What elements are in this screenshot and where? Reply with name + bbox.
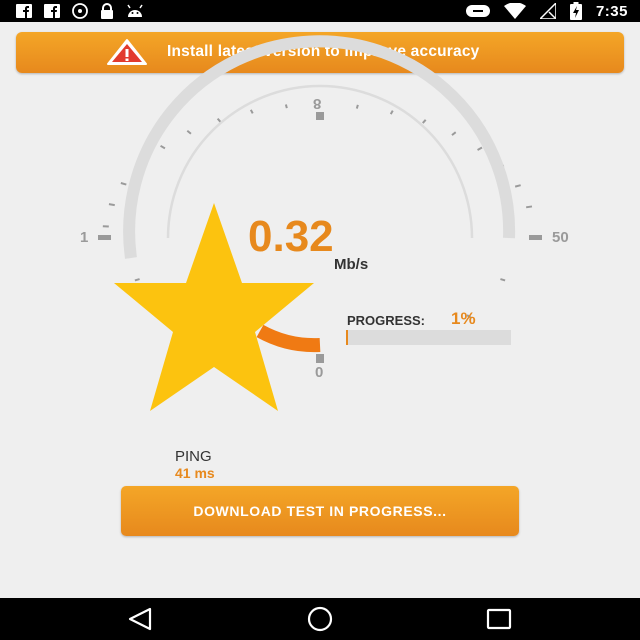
progress-label: PROGRESS:	[347, 313, 426, 328]
gauge-top-label: 8	[313, 95, 322, 112]
gauge-minor-tick	[284, 104, 288, 109]
gauge-minor-tick	[160, 144, 166, 150]
gauge-minor-tick	[120, 182, 127, 186]
progress-bar-fill	[346, 330, 348, 345]
tick-mark-min	[98, 235, 111, 240]
gauge-minor-tick	[514, 184, 521, 188]
progress-bar	[346, 330, 511, 345]
progress-value: 1%	[451, 309, 476, 328]
gauge-minor-tick	[249, 109, 254, 114]
star-icon	[114, 203, 314, 411]
gauge-zero-label: 0	[315, 364, 324, 381]
tick-mark-top	[316, 112, 324, 120]
recents-icon[interactable]	[484, 606, 514, 632]
gauge-minor-tick	[525, 205, 533, 209]
ping-label: PING	[175, 448, 212, 465]
gauge-minor-tick	[216, 118, 222, 123]
gauge-min-label: 1	[80, 229, 89, 246]
gauge-minor-tick	[355, 104, 359, 109]
gauge-minor-tick	[422, 119, 427, 124]
speed-unit: Mb/s	[334, 256, 369, 273]
navigation-bar	[0, 598, 640, 640]
tick-mark-zero	[316, 354, 324, 363]
gauge-minor-tick	[477, 146, 483, 151]
gauge-minor-tick	[186, 129, 192, 135]
gauge-minor-tick	[500, 278, 506, 282]
gauge-max-label: 50	[552, 229, 569, 246]
gauge-minor-tick	[451, 131, 457, 136]
tick-mark-max	[529, 235, 542, 240]
gauge-minor-tick	[389, 110, 394, 115]
download-test-button[interactable]: DOWNLOAD TEST IN PROGRESS...	[121, 486, 519, 536]
ping-value: 41 ms	[175, 465, 215, 481]
back-icon[interactable]	[126, 606, 154, 632]
home-icon[interactable]	[304, 606, 336, 632]
download-test-button-label: DOWNLOAD TEST IN PROGRESS...	[193, 503, 447, 519]
